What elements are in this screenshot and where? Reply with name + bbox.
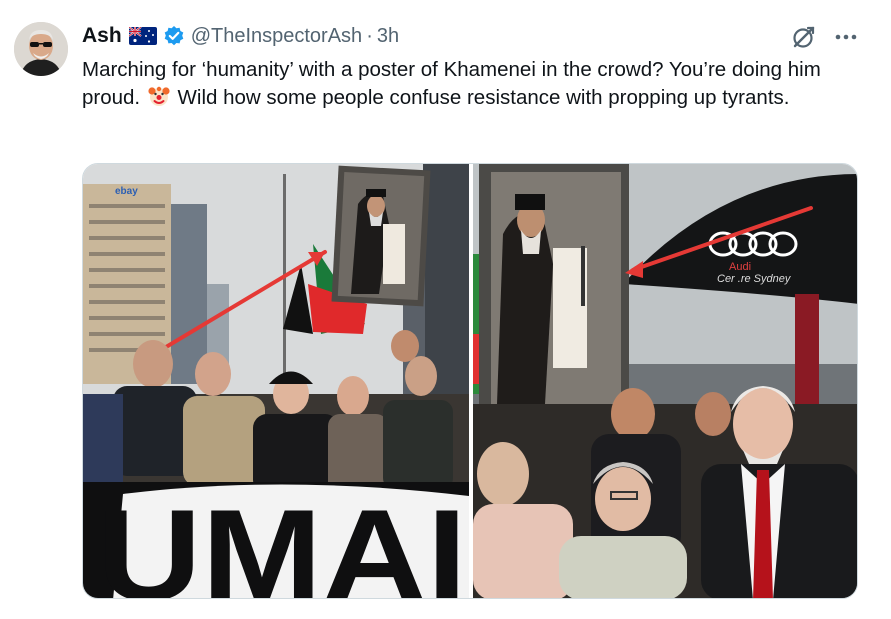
separator-dot: ·: [366, 24, 373, 47]
verified-badge-icon[interactable]: [163, 25, 185, 47]
author-name[interactable]: Ash: [82, 24, 122, 48]
media-grid: ebay UMAI Audi Cer .re Sydney: [82, 163, 858, 599]
banner-text: UMAI: [97, 482, 467, 599]
tweet-text: Marching for ‘humanity’ with a poster of…: [82, 56, 842, 112]
photo-right[interactable]: Audi Cer .re Sydney: [473, 164, 857, 598]
more-options-icon[interactable]: [832, 24, 860, 50]
khamenei-poster-right: [479, 164, 629, 412]
timestamp[interactable]: 3h: [377, 25, 399, 48]
grok-icon[interactable]: [791, 24, 817, 50]
umbrella-logo-text: Audi: [729, 261, 751, 273]
khamenei-poster: [331, 165, 431, 307]
clown-face-emoji-icon: [148, 85, 170, 107]
avatar[interactable]: [14, 22, 68, 76]
tweet: Ash @TheInspectorAsh · 3h Marching for ‘…: [0, 0, 891, 619]
billboard-text: ebay: [115, 186, 138, 197]
photo-left[interactable]: ebay UMAI: [83, 164, 469, 599]
australia-flag-icon: [128, 27, 157, 45]
tweet-header: Ash @TheInspectorAsh · 3h: [82, 22, 399, 50]
umbrella-text: Cer .re Sydney: [717, 273, 792, 285]
author-handle[interactable]: @TheInspectorAsh: [191, 25, 363, 48]
tweet-text-part2: Wild how some people confuse resistance …: [177, 86, 790, 109]
